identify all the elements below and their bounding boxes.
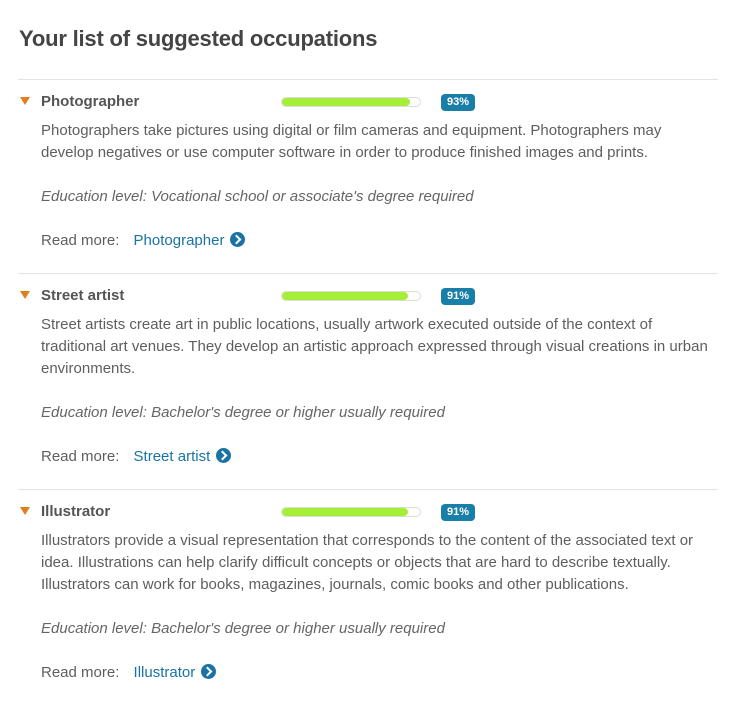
match-progress-bar <box>281 291 421 301</box>
read-more-row: Read more: Street artist <box>41 446 714 489</box>
triangle-down-icon[interactable] <box>20 291 30 299</box>
match-progress-fill <box>282 98 411 106</box>
read-more-link-text[interactable]: Street artist <box>134 448 211 465</box>
read-more-link-text[interactable]: Photographer <box>134 232 225 249</box>
chevron-circle-right-icon[interactable] <box>216 448 232 463</box>
read-more-label: Read more: <box>41 232 120 249</box>
occupation-name: Photographer <box>41 93 140 110</box>
match-percent-badge: 91% <box>441 504 476 521</box>
chevron-circle-right-icon[interactable] <box>230 232 246 247</box>
match-progress-bar <box>281 97 421 107</box>
read-more-row: Read more: Photographer <box>41 230 714 273</box>
chevron-circle-right-icon[interactable] <box>201 664 217 679</box>
read-more-label: Read more: <box>41 448 120 465</box>
education-level: Education level: Bachelor's degree or hi… <box>41 404 445 421</box>
read-more-link-photographer[interactable]: Photographer <box>134 232 246 249</box>
occupation-item-street-artist: Street artist 91% Street artists create … <box>18 273 718 489</box>
triangle-down-icon[interactable] <box>20 97 30 105</box>
read-more-link-illustrator[interactable]: Illustrator <box>134 664 217 681</box>
education-level: Education level: Bachelor's degree or hi… <box>41 620 445 637</box>
occupation-body: Illustrators provide a visual representa… <box>18 530 718 701</box>
occupation-header[interactable]: Street artist 91% <box>18 274 718 314</box>
education-level: Education level: Vocational school or as… <box>41 188 474 205</box>
occupation-body: Photographers take pictures using digita… <box>18 120 718 273</box>
occupation-description: Illustrators provide a visual representa… <box>41 532 694 593</box>
read-more-label: Read more: <box>41 664 120 681</box>
occupation-description: Photographers take pictures using digita… <box>41 122 662 161</box>
occupation-item-illustrator: Illustrator 91% Illustrators provide a v… <box>18 489 718 701</box>
match-progress-bar <box>281 507 421 517</box>
match-percent-badge: 93% <box>441 94 476 111</box>
occupation-list: Photographer 93% Photographers take pict… <box>18 79 718 701</box>
read-more-link-text[interactable]: Illustrator <box>134 664 196 681</box>
match-percent-badge: 91% <box>441 288 476 305</box>
match-progress-fill <box>282 292 408 300</box>
occupation-header[interactable]: Photographer 93% <box>18 80 718 120</box>
occupation-name: Illustrator <box>41 503 111 520</box>
occupation-description: Street artists create art in public loca… <box>41 316 708 377</box>
occupation-header[interactable]: Illustrator 91% <box>18 490 718 530</box>
occupation-item-photographer: Photographer 93% Photographers take pict… <box>18 79 718 273</box>
page-title: Your list of suggested occupations <box>19 26 378 51</box>
read-more-row: Read more: Illustrator <box>41 662 714 701</box>
occupation-body: Street artists create art in public loca… <box>18 314 718 489</box>
match-progress-fill <box>282 508 408 516</box>
occupation-name: Street artist <box>41 287 125 304</box>
read-more-link-street-artist[interactable]: Street artist <box>134 448 232 465</box>
triangle-down-icon[interactable] <box>20 507 30 515</box>
